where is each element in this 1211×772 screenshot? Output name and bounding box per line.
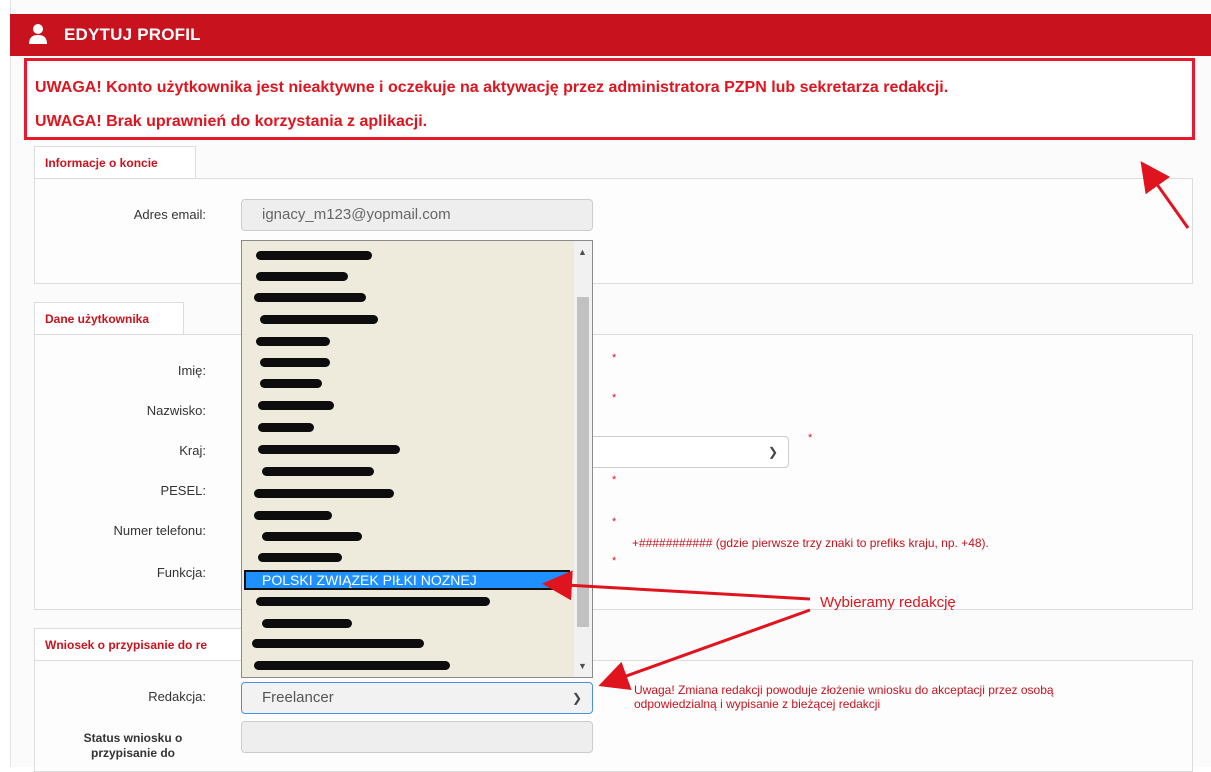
callout-label: Wybieramy redakcję [820, 594, 956, 611]
annotation-arrows [542, 161, 1190, 691]
arrow-to-option [542, 570, 811, 601]
arrow-to-select [598, 608, 811, 691]
arrow-to-alert [1140, 161, 1190, 229]
